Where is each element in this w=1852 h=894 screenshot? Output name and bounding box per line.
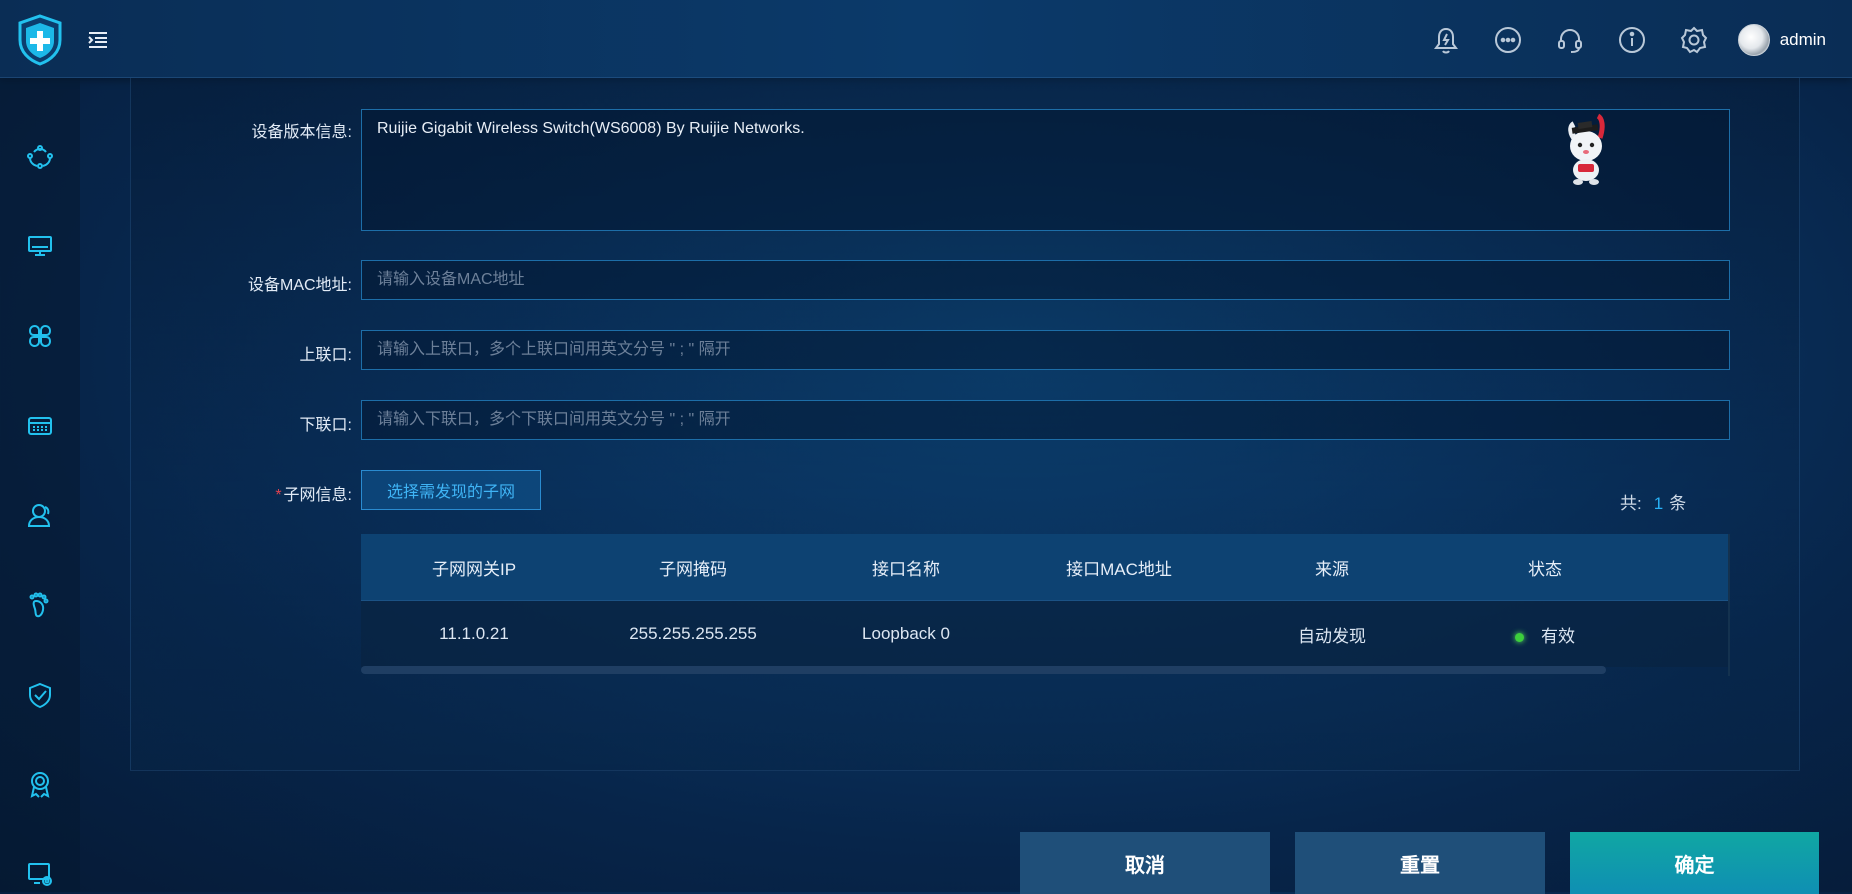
- avatar: [1737, 24, 1770, 56]
- shield-check-icon[interactable]: [24, 679, 56, 711]
- badge-icon[interactable]: [24, 768, 56, 800]
- top-bar: admin: [0, 0, 1852, 78]
- status-dot-icon: [1515, 632, 1524, 642]
- menu-toggle-icon[interactable]: [86, 28, 110, 52]
- user-menu[interactable]: admin: [1737, 24, 1826, 56]
- cell-mask: 255.255.255.255: [629, 624, 757, 643]
- header-status: 状态: [1528, 559, 1562, 579]
- table-row[interactable]: 11.1.0.21 255.255.255.255 Loopback 0 自动发…: [361, 601, 1728, 667]
- header-interface: 接口名称: [872, 559, 940, 579]
- bell-icon[interactable]: [1428, 22, 1464, 58]
- table-header: 子网网关IP 子网掩码 接口名称 接口MAC地址 来源 状态: [361, 534, 1728, 601]
- count-value: 1: [1653, 494, 1664, 513]
- cancel-button[interactable]: 取消: [1020, 832, 1270, 894]
- subnet-label: * 子网信息:: [130, 481, 352, 505]
- footprint-icon[interactable]: [24, 589, 56, 621]
- cell-status: 有效: [1439, 622, 1651, 647]
- screen-settings-icon[interactable]: [24, 858, 56, 890]
- downlink-label: 下联口:: [299, 417, 352, 434]
- uplink-input[interactable]: [361, 330, 1730, 370]
- cell-source: 自动发现: [1298, 626, 1366, 646]
- header-gateway-ip: 子网网关IP: [431, 559, 517, 579]
- version-label: 设备版本信息:: [251, 124, 352, 141]
- user-name: admin: [1779, 30, 1826, 49]
- network-topology-icon[interactable]: [24, 141, 56, 173]
- info-icon[interactable]: [1614, 22, 1650, 58]
- uplink-label: 上联口:: [299, 347, 352, 364]
- top-icon-group: [1428, 22, 1712, 58]
- mac-label: 设备MAC地址:: [247, 277, 352, 294]
- more-icon[interactable]: [1490, 22, 1526, 58]
- reset-button[interactable]: 重置: [1295, 832, 1545, 894]
- header-interface-mac: 接口MAC地址: [1066, 559, 1172, 579]
- cell-gateway-ip: 11.1.0.21: [439, 624, 509, 643]
- horizontal-scrollbar[interactable]: [361, 666, 1606, 674]
- subnet-label-text: 子网信息:: [283, 487, 352, 504]
- headset-icon[interactable]: [1552, 22, 1588, 58]
- header-mask: 子网掩码: [659, 559, 727, 579]
- monitor-icon[interactable]: [24, 230, 56, 262]
- rabbit-mascot-icon: [1558, 112, 1614, 188]
- status-text: 有效: [1541, 626, 1575, 646]
- subnet-table: 子网网关IP 子网掩码 接口名称 接口MAC地址 来源 状态 11.1.0.21…: [361, 534, 1730, 676]
- device-icon[interactable]: [24, 410, 56, 442]
- count-suffix: 条: [1669, 494, 1687, 513]
- confirm-button[interactable]: 确定: [1570, 832, 1819, 894]
- select-subnet-button[interactable]: 选择需发现的子网: [361, 470, 541, 510]
- required-mark: *: [275, 487, 282, 504]
- shield-logo-icon[interactable]: [16, 14, 64, 66]
- mac-address-input[interactable]: [361, 260, 1730, 300]
- settings-icon[interactable]: [1676, 22, 1712, 58]
- record-count: 共: 1 条: [1620, 489, 1686, 514]
- apps-icon[interactable]: [24, 320, 56, 352]
- cell-interface: Loopback 0: [862, 624, 950, 643]
- count-prefix: 共:: [1620, 494, 1642, 513]
- user-icon[interactable]: [24, 499, 56, 531]
- header-source: 来源: [1315, 559, 1349, 579]
- version-info-field[interactable]: Ruijie Gigabit Wireless Switch(WS6008) B…: [361, 109, 1730, 231]
- sidebar: [0, 78, 80, 892]
- downlink-input[interactable]: [361, 400, 1730, 440]
